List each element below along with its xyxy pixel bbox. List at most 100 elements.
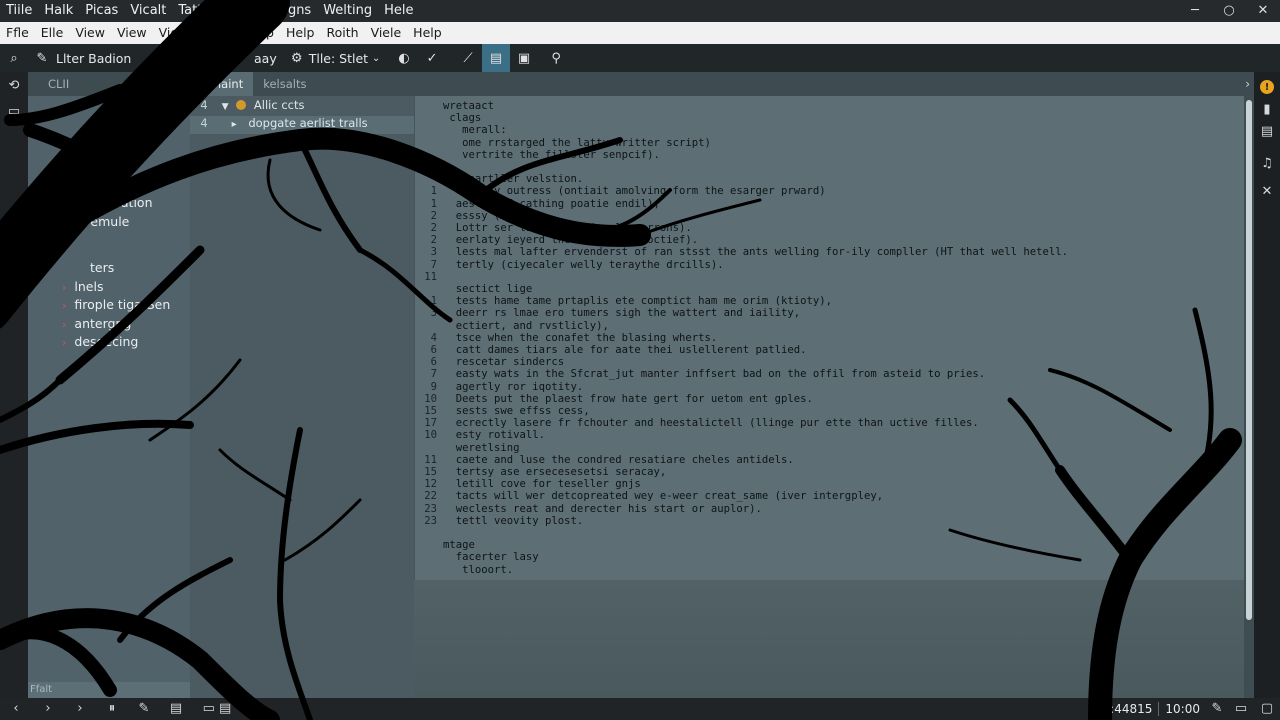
list-icon[interactable]: ▤ [1254, 120, 1280, 142]
sidebar-item[interactable]: › firople tigatSen [62, 297, 170, 312]
title-menu-item[interactable]: Tattor [172, 0, 221, 22]
pin-button[interactable]: ⚲ [542, 44, 570, 72]
pen-icon: ✎ [36, 50, 48, 66]
pen-icon[interactable]: ✎ [1206, 698, 1228, 720]
code-text: tettl veovity plost. [443, 514, 584, 527]
search-button[interactable]: ⌕ [0, 44, 28, 72]
sidebar-item[interactable]: ters [90, 260, 114, 275]
menu-item-view[interactable]: View [69, 22, 111, 44]
notes-button[interactable]: ▤ [482, 44, 511, 72]
chevron-right-icon: › [62, 299, 67, 312]
menu-item-edit[interactable]: Elle [35, 22, 70, 44]
sidebar-item[interactable]: ltlgs [80, 177, 106, 192]
panel-icon[interactable]: ▮ [1254, 98, 1280, 120]
sidebar-item[interactable]: › desgecing [62, 334, 138, 349]
pause-icon[interactable]: ⏸ [96, 698, 128, 720]
title-menu-item[interactable]: Well [222, 0, 261, 22]
line-number: 11 [424, 270, 437, 283]
line-number: 23 [424, 502, 437, 515]
folder-icon[interactable]: ▭ [0, 98, 28, 124]
style-select[interactable]: ⚙ Tlle: Stlet ⌄ [283, 44, 390, 72]
line-number: 4 [430, 331, 437, 344]
folder-dot-icon [236, 100, 247, 110]
code-text: ome rrstarged the latty writter script) [443, 136, 711, 149]
code-text: tacts will wer detcopreated wey e-weer c… [443, 490, 884, 503]
chevron-right-icon[interactable]: › [1245, 72, 1250, 96]
sidebar-item[interactable]: › lnels [62, 279, 103, 294]
menu-item-help[interactable]: Help [280, 22, 321, 44]
title-menu-item[interactable]: Picas [79, 0, 124, 22]
code-text: agertly ror iqotity. [443, 380, 584, 393]
line-number: 15 [424, 405, 437, 417]
calendar-button[interactable]: ▣ [510, 44, 538, 72]
menu-item-viele[interactable]: Viele [365, 22, 408, 44]
chat-icon[interactable]: ▢ [1254, 698, 1280, 720]
menu-item-viert[interactable]: Viert [153, 22, 194, 44]
code-text: letill cove for teseller gnjs [443, 478, 641, 491]
sidebar-item[interactable]: › antergng [62, 316, 131, 331]
tab-cli[interactable]: CLII [28, 72, 190, 96]
line-number: 11 [424, 453, 437, 466]
code-line: weretlsing [415, 442, 520, 454]
title-menu-item[interactable]: Vicalt [124, 0, 172, 22]
code-text: ecrectly lasere fr fchouter and heestali… [443, 417, 979, 430]
menu-item-app[interactable]: Oapp [235, 22, 280, 44]
check-button[interactable]: ✓ [418, 44, 446, 72]
code-line: 2 Lottr ser liet the ation laa errons). [415, 222, 692, 234]
sidebar-item[interactable]: ve [118, 140, 133, 155]
note-icon[interactable]: ▤ [160, 698, 192, 720]
minimize-button[interactable]: ─ [1178, 0, 1212, 22]
code-editor[interactable]: wretaact clags merall: ome rrstarged the… [414, 96, 1244, 580]
outline-row[interactable]: 4 ▼ Allic ccts [190, 98, 414, 116]
code-line: 4 tsce when the conafet the blasing wher… [415, 331, 718, 344]
filter-button[interactable]: ✎ Llter Badion [28, 44, 158, 72]
chart-button[interactable]: ◐ [390, 44, 418, 72]
chevron-right-icon: › [62, 336, 67, 349]
edit-icon[interactable]: ✎ [128, 698, 160, 720]
forward-icon[interactable]: › [32, 698, 64, 720]
chevron-down-icon[interactable]: ▼ [222, 102, 229, 112]
sidebar-item[interactable]: › emule [78, 214, 129, 229]
outline-row[interactable]: 4 ▸ dopgate aerlist tralls [190, 116, 414, 134]
code-text: catt dames tiars ale for aate thei uslel… [443, 344, 807, 356]
brush-button[interactable]: ⟋ [454, 44, 482, 72]
title-menu-item[interactable]: Issigns [261, 0, 317, 22]
menu-item-roith[interactable]: Roith [320, 22, 364, 44]
tab-foriaint[interactable]: Foriaint [190, 72, 254, 96]
title-menu-item[interactable]: Welting [317, 0, 378, 22]
code-text: tlooort. [443, 563, 514, 576]
window-icon[interactable]: ▭ [1228, 698, 1254, 720]
title-menu-item[interactable]: Halk [38, 0, 79, 22]
menu-item-view-2[interactable]: View [111, 22, 153, 44]
line-number: 1 [430, 295, 437, 308]
chevron-right-icon[interactable]: ▸ [232, 119, 237, 130]
help-icon[interactable]: ! [1254, 76, 1280, 98]
display-icon[interactable]: ▭ ▤ [192, 698, 242, 720]
mode-button[interactable]: aay [248, 44, 283, 72]
title-menu-item[interactable]: Hele [378, 0, 419, 22]
next-icon[interactable]: › [64, 698, 96, 720]
line-number: 23 [424, 514, 437, 527]
menu-item-help-2[interactable]: Help [407, 22, 448, 44]
activity-bar: ⟲ ▭ [0, 72, 28, 698]
scrollbar-thumb[interactable] [1246, 100, 1252, 620]
sidebar-item[interactable]: › appliation [78, 195, 153, 210]
tools-icon[interactable]: ✕ [1254, 180, 1280, 202]
sync-icon[interactable]: ⟲ [0, 72, 28, 98]
code-line: 11 caete and luse the condred resatiare … [415, 454, 794, 466]
toolbar: ⌕ ✎ Llter Badion aay ⚙ Tlle: Stlet ⌄ ◐ ✓… [0, 44, 1280, 72]
check-icon: ✓ [426, 50, 438, 66]
close-button[interactable]: ✕ [1246, 0, 1280, 22]
settings-icon[interactable]: ⚙ [242, 698, 274, 720]
filter-label: Llter Badion [56, 50, 132, 66]
tab-kelsalts[interactable]: kelsalts [253, 72, 316, 96]
outline-row[interactable]: Alle [190, 134, 414, 152]
music-icon[interactable]: ♫ [1254, 152, 1280, 174]
back-icon[interactable]: ‹ [0, 698, 32, 720]
maximize-button[interactable]: ○ [1212, 0, 1246, 22]
sidebar-item[interactable]: eriate [96, 159, 133, 174]
menu-item-file[interactable]: Ffle [0, 22, 35, 44]
menu-item-holp[interactable]: Holp [194, 22, 234, 44]
title-menu-item[interactable]: Tiile [0, 0, 38, 22]
scrollbar[interactable] [1244, 96, 1254, 698]
